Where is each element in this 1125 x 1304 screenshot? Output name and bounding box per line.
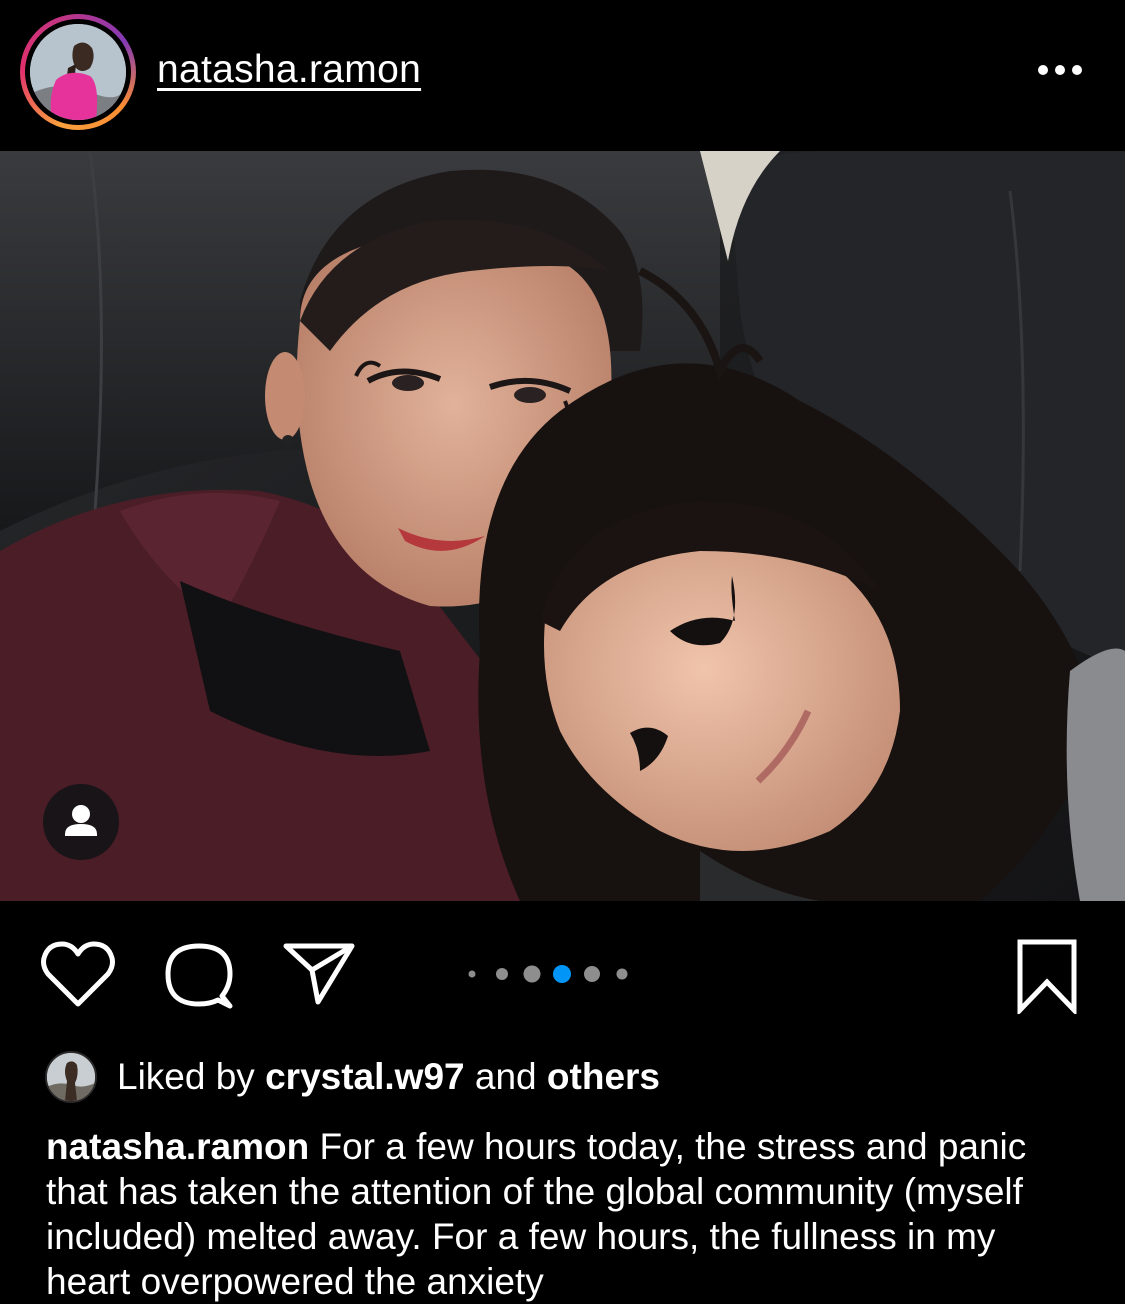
carousel-dot <box>496 968 508 980</box>
more-horizontal-icon <box>1038 65 1082 75</box>
story-avatar[interactable] <box>20 14 136 130</box>
liker-avatar-figure <box>47 1053 95 1101</box>
likes-prefix: Liked by <box>117 1056 255 1097</box>
bookmark-icon <box>1017 939 1077 1017</box>
like-button[interactable] <box>40 940 116 1008</box>
likes-summary[interactable]: Liked by crystal.w97 and others <box>45 1050 660 1104</box>
more-options-button[interactable] <box>1030 55 1090 85</box>
likes-others[interactable]: others <box>547 1056 660 1097</box>
heart-icon <box>41 941 115 1007</box>
share-button[interactable] <box>282 940 356 1006</box>
likes-and: and <box>474 1056 537 1097</box>
likes-text: Liked by crystal.w97 and others <box>117 1056 660 1098</box>
post-header: natasha.ramon <box>0 0 1125 150</box>
caption-username[interactable]: natasha.ramon <box>46 1126 309 1167</box>
post-actions <box>0 902 1125 1042</box>
comment-bubble-icon <box>165 943 233 1009</box>
post-photo[interactable] <box>0 151 1125 901</box>
avatar-figure <box>30 24 126 120</box>
user-tag-icon <box>65 805 97 836</box>
carousel-dots-graphic <box>468 965 628 983</box>
comment-button[interactable] <box>162 940 236 1010</box>
save-button[interactable] <box>1014 938 1080 1017</box>
carousel-dot <box>584 966 600 982</box>
paper-plane-icon <box>283 943 355 1005</box>
post-username[interactable]: natasha.ramon <box>157 48 421 92</box>
photo-illustration <box>0 151 1125 901</box>
liker-avatar[interactable] <box>45 1051 97 1103</box>
carousel-dot-active <box>553 965 571 983</box>
carousel-indicator <box>462 962 642 986</box>
carousel-dot <box>468 970 476 978</box>
carousel-dot <box>523 965 541 983</box>
post-caption: natasha.ramon For a few hours today, the… <box>46 1124 1076 1304</box>
tag-people-button[interactable] <box>43 784 119 860</box>
avatar <box>30 24 126 120</box>
carousel-dot <box>616 968 628 980</box>
liker-username[interactable]: crystal.w97 <box>265 1056 465 1097</box>
